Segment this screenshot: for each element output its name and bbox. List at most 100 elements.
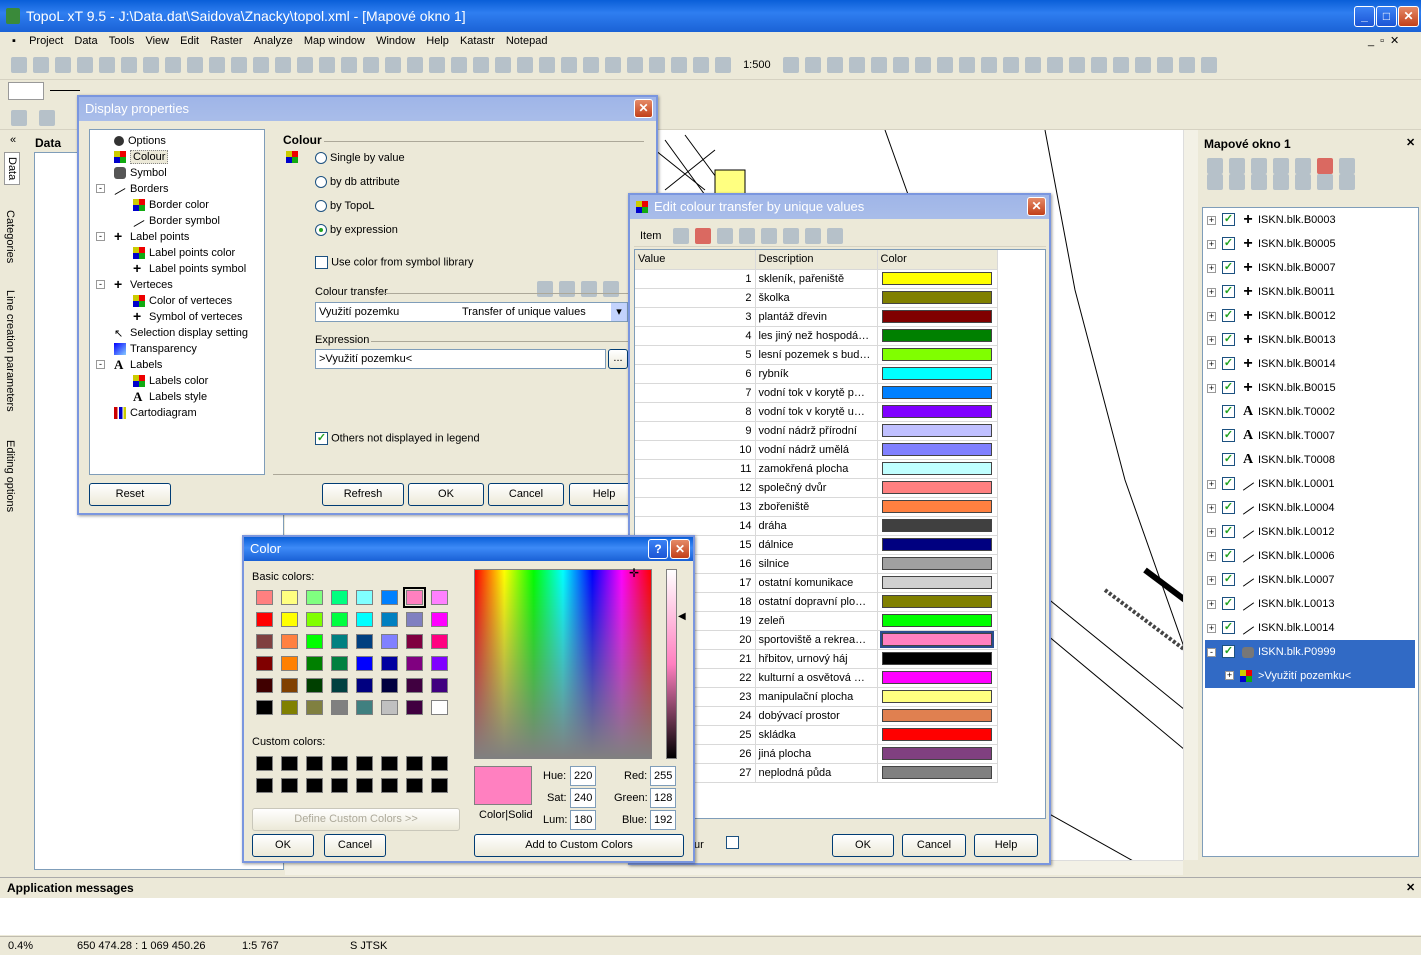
toolbar-icon[interactable] <box>1273 174 1289 190</box>
toolbar-icon[interactable] <box>1273 158 1289 174</box>
basic-color-swatch[interactable] <box>406 700 423 715</box>
custom-color-swatch[interactable] <box>406 778 423 793</box>
row-color-cell[interactable] <box>877 345 998 365</box>
color-cancel-button[interactable]: Cancel <box>324 834 386 857</box>
toolbar-icon[interactable] <box>1251 158 1267 174</box>
colour-grid-icon[interactable] <box>739 228 756 245</box>
basic-color-swatch[interactable] <box>356 656 373 671</box>
toolbar-icon[interactable] <box>275 57 291 73</box>
color-swatch[interactable] <box>882 367 992 380</box>
basic-color-swatch[interactable] <box>256 678 273 693</box>
basic-color-swatch[interactable] <box>356 612 373 627</box>
tree-item-selection-display-setting[interactable]: ↖ Selection display setting <box>114 327 248 340</box>
row-color-cell[interactable] <box>877 269 998 289</box>
toolbar-icon[interactable] <box>914 57 931 73</box>
color-swatch[interactable] <box>882 329 992 342</box>
layer-item[interactable]: + ✓ + ISKN.blk.B0003 <box>1205 208 1415 232</box>
sublayer-item[interactable]: + >Využití pozemku< <box>1205 664 1415 688</box>
row-color-cell[interactable] <box>877 554 998 574</box>
layer-visibility-checkbox[interactable]: ✓ <box>1222 381 1235 394</box>
menu-map-window[interactable]: Map window <box>300 32 369 50</box>
tree-item-border-color[interactable]: Border color <box>133 199 209 212</box>
basic-color-swatch[interactable] <box>331 700 348 715</box>
menu-project[interactable]: Project <box>25 32 67 50</box>
color-spectrum[interactable]: ✛ <box>474 566 652 759</box>
toolbar-icon[interactable] <box>1229 158 1245 174</box>
maximize-icon[interactable]: □ <box>1376 6 1397 27</box>
toolbar-icon[interactable] <box>33 57 49 73</box>
basic-color-swatch[interactable] <box>281 590 298 605</box>
expand-icon[interactable]: + <box>1207 600 1216 609</box>
table-row[interactable]: 2 školka <box>635 288 998 308</box>
basic-color-swatch[interactable] <box>403 587 426 608</box>
expand-icon[interactable]: + <box>1207 480 1216 489</box>
messages-close-icon[interactable]: ✕ <box>1406 881 1415 894</box>
layer-item[interactable]: + ✓ + ISKN.blk.B0015 <box>1205 376 1415 400</box>
basic-color-swatch[interactable] <box>381 590 398 605</box>
layer-visibility-checkbox[interactable]: ✓ <box>1222 405 1235 418</box>
collapse-chevron-icon[interactable]: « <box>10 134 16 146</box>
layer-item[interactable]: + ✓ + ISKN.blk.B0014 <box>1205 352 1415 376</box>
row-color-cell[interactable] <box>877 364 998 384</box>
toolbar-icon[interactable] <box>77 57 93 73</box>
basic-color-swatch[interactable] <box>281 678 298 693</box>
layer-item[interactable]: + ✓ ISKN.blk.L0001 <box>1205 472 1415 496</box>
delete-icon[interactable] <box>1317 158 1333 174</box>
option-by-topol[interactable]: by TopoL <box>315 200 374 213</box>
expand-icon[interactable]: + <box>1225 671 1234 680</box>
tree-item-colour[interactable]: Colour <box>114 150 169 164</box>
toolbar-icon[interactable] <box>1317 174 1333 190</box>
custom-color-swatch[interactable] <box>281 756 298 771</box>
color-swatch[interactable] <box>882 272 992 285</box>
menu-katastr[interactable]: Katastr <box>456 32 499 50</box>
color-swatch[interactable] <box>882 386 992 399</box>
toolbar-icon[interactable] <box>693 57 709 73</box>
define-custom-colors-button[interactable]: Define Custom Colors >> <box>252 808 460 831</box>
toolbar-icon[interactable] <box>826 57 843 73</box>
toolbar-icon[interactable] <box>1002 57 1019 73</box>
row-color-cell[interactable] <box>877 744 998 764</box>
tree-item-border-symbol[interactable]: Border symbol <box>133 215 220 227</box>
custom-color-swatch[interactable] <box>306 756 323 771</box>
basic-color-swatch[interactable] <box>256 656 273 671</box>
toolbar-icon[interactable] <box>209 57 225 73</box>
color-swatch[interactable] <box>882 538 992 551</box>
use-color-checkbox[interactable]: Use color from symbol library <box>315 256 473 269</box>
basic-color-swatch[interactable] <box>406 678 423 693</box>
basic-color-swatch[interactable] <box>406 634 423 649</box>
tree-item-labels-style[interactable]: A Labels style <box>133 390 207 403</box>
new-item-icon[interactable] <box>673 228 690 245</box>
custom-color-swatch[interactable] <box>381 778 398 793</box>
custom-color-swatch[interactable] <box>331 778 348 793</box>
col-description[interactable]: Description <box>755 250 878 270</box>
chevron-down-icon[interactable]: ▾ <box>611 303 627 321</box>
layer-item[interactable]: - ✓ ISKN.blk.P0999 <box>1205 640 1415 664</box>
toolbar-icon[interactable] <box>1024 57 1041 73</box>
layer-item[interactable]: + ✓ ISKN.blk.L0014 <box>1205 616 1415 640</box>
basic-color-swatch[interactable] <box>306 590 323 605</box>
basic-color-swatch[interactable] <box>431 590 448 605</box>
color-swatch[interactable] <box>882 690 992 703</box>
map-vscroll[interactable] <box>1183 130 1198 860</box>
color-swatch[interactable] <box>882 310 992 323</box>
color-swatch[interactable] <box>882 291 992 304</box>
basic-color-swatch[interactable] <box>381 656 398 671</box>
layer-item[interactable]: ✓ A ISKN.blk.T0008 <box>1205 448 1415 472</box>
toolbar-icon[interactable] <box>583 57 599 73</box>
option-by-expression[interactable]: by expression <box>315 224 398 237</box>
layer-item[interactable]: + ✓ ISKN.blk.L0012 <box>1205 520 1415 544</box>
table-row[interactable]: 11 zamokřená plocha <box>635 459 998 479</box>
basic-color-swatch[interactable] <box>406 612 423 627</box>
mdi-controls[interactable]: _▫✕ <box>1368 34 1405 47</box>
layer-item[interactable]: + ✓ ISKN.blk.L0013 <box>1205 592 1415 616</box>
basic-color-swatch[interactable] <box>331 656 348 671</box>
basic-color-swatch[interactable] <box>381 612 398 627</box>
layer-item[interactable]: ✓ A ISKN.blk.T0007 <box>1205 424 1415 448</box>
toolbar-icon[interactable] <box>517 57 533 73</box>
dialog-close-icon[interactable]: ✕ <box>1027 197 1046 216</box>
row-color-cell[interactable] <box>877 421 998 441</box>
custom-color-swatch[interactable] <box>356 778 373 793</box>
expand-icon[interactable]: + <box>1207 312 1216 321</box>
toolbar-icon[interactable] <box>848 57 865 73</box>
custom-color-swatch[interactable] <box>406 756 423 771</box>
